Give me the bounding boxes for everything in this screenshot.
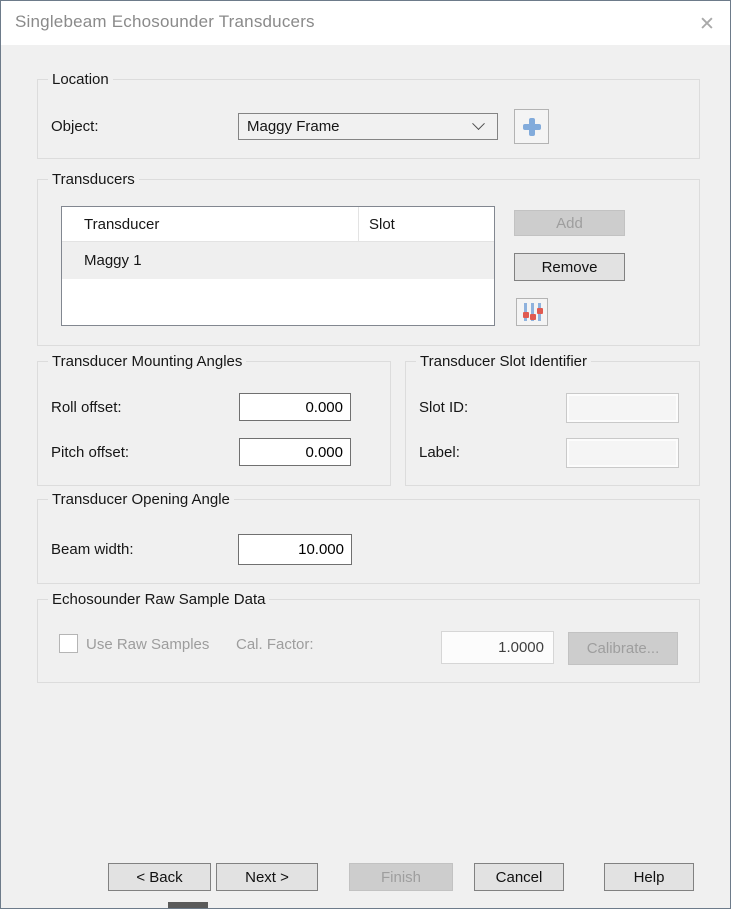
label-input (566, 438, 679, 468)
pitch-offset-label: Pitch offset: (51, 444, 130, 461)
opening-angle-group: Transducer Opening Angle (37, 491, 700, 584)
use-raw-samples-checkbox (59, 634, 78, 653)
title-bar: Singlebeam Echosounder Transducers ✕ (1, 1, 730, 45)
chevron-down-icon (472, 117, 485, 131)
roll-offset-label: Roll offset: (51, 399, 122, 416)
transducer-settings-button[interactable] (516, 298, 548, 326)
back-button[interactable]: < Back (108, 863, 211, 891)
close-icon[interactable]: ✕ (693, 10, 721, 38)
window-title: Singlebeam Echosounder Transducers (15, 12, 315, 31)
slot-id-input (566, 393, 679, 423)
object-label: Object: (51, 118, 99, 135)
slot-identifier-group-title: Transducer Slot Identifier (416, 353, 592, 370)
calibrate-button: Calibrate... (568, 632, 678, 665)
transducer-cell: Maggy 1 (84, 252, 142, 269)
table-row[interactable]: Maggy 1 (62, 242, 494, 279)
opening-angle-group-title: Transducer Opening Angle (48, 491, 234, 508)
next-button[interactable]: Next > (216, 863, 318, 891)
column-header-transducer[interactable]: Transducer (62, 207, 359, 241)
raw-sample-group-title: Echosounder Raw Sample Data (48, 591, 270, 608)
add-button: Add (514, 210, 625, 236)
background-window-fragment (168, 902, 208, 908)
transducers-table: Transducer Slot Maggy 1 (61, 206, 495, 326)
table-header: Transducer Slot (62, 207, 494, 242)
roll-offset-input[interactable] (239, 393, 351, 421)
mounting-angles-group: Transducer Mounting Angles (37, 353, 391, 486)
slot-id-label: Slot ID: (419, 399, 469, 416)
cancel-button[interactable]: Cancel (474, 863, 564, 891)
pitch-offset-input[interactable] (239, 438, 351, 466)
label-label: Label: (419, 444, 460, 461)
object-dropdown-value: Maggy Frame (247, 118, 340, 135)
finish-button: Finish (349, 863, 453, 891)
beam-width-input[interactable] (238, 534, 352, 565)
plus-icon (522, 117, 541, 136)
remove-button[interactable]: Remove (514, 253, 625, 281)
help-button[interactable]: Help (604, 863, 694, 891)
object-dropdown[interactable]: Maggy Frame (238, 113, 498, 140)
sliders-icon (523, 303, 543, 321)
cal-factor-label: Cal. Factor: (236, 636, 314, 653)
location-group-title: Location (48, 71, 113, 88)
beam-width-label: Beam width: (51, 541, 134, 558)
singlebeam-echosounder-transducers-dialog: Singlebeam Echosounder Transducers ✕ Loc… (0, 0, 731, 909)
column-header-slot[interactable]: Slot (359, 207, 494, 241)
cal-factor-input (441, 631, 554, 664)
transducers-group-title: Transducers (48, 171, 139, 188)
add-object-button[interactable] (514, 109, 549, 144)
mounting-angles-group-title: Transducer Mounting Angles (48, 353, 247, 370)
use-raw-samples-label: Use Raw Samples (86, 636, 210, 653)
